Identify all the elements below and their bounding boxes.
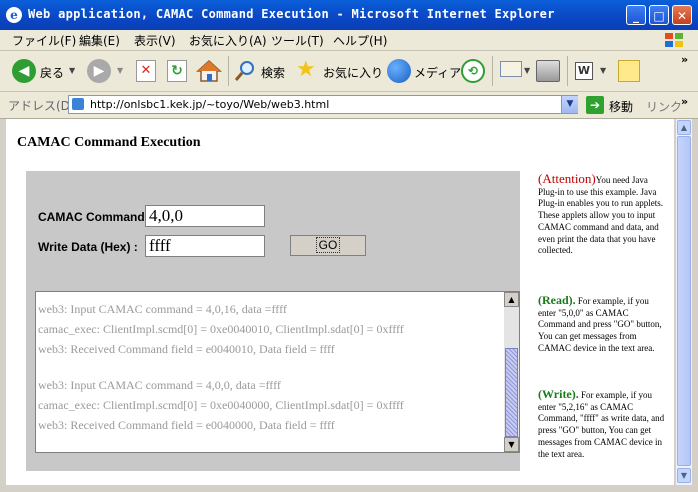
- toolbar-separator: [492, 56, 493, 86]
- favorites-star-icon[interactable]: ★: [296, 57, 316, 82]
- close-button[interactable]: ✕: [672, 5, 692, 25]
- toolbar-separator: [228, 56, 229, 86]
- scroll-up-icon[interactable]: ▲: [504, 292, 519, 307]
- stop-icon[interactable]: ✕: [136, 60, 156, 82]
- attention-note: (Attention)You need Java Plug-in to use …: [538, 171, 666, 257]
- media-button-label[interactable]: メディア: [414, 64, 461, 81]
- search-icon[interactable]: [233, 59, 257, 83]
- write-note: (Write). For example, if you enter "5,2,…: [538, 387, 666, 460]
- page-title: CAMAC Command Execution: [17, 135, 201, 150]
- page-scroll-down-icon[interactable]: ▼: [677, 468, 691, 483]
- forward-arrow-icon[interactable]: ▶: [87, 59, 111, 83]
- output-textarea[interactable]: web3: Input CAMAC command = 4,0,16, data…: [35, 291, 520, 453]
- forward-dropdown-icon[interactable]: ▼: [117, 66, 123, 75]
- output-line: camac_exec: ClientImpl.scmd[0] = 0xe0040…: [38, 322, 404, 336]
- camac-command-input[interactable]: 4,0,0: [145, 205, 265, 227]
- output-scroll-thumb[interactable]: [505, 348, 518, 437]
- print-icon[interactable]: [536, 60, 560, 82]
- refresh-icon[interactable]: ↻: [167, 60, 187, 82]
- go-button-label: GO: [315, 237, 341, 253]
- page-scroll-up-icon[interactable]: ▲: [677, 120, 691, 135]
- output-line: web3: Input CAMAC command = 4,0,16, data…: [38, 302, 287, 316]
- go-arrow-icon[interactable]: ➔: [586, 96, 604, 114]
- toolbar-separator: [567, 56, 568, 86]
- page-icon: [72, 98, 84, 110]
- address-dropdown-icon[interactable]: ▼: [561, 96, 578, 113]
- edit-dropdown-icon[interactable]: ▼: [600, 66, 606, 75]
- windows-logo-icon: [665, 33, 683, 47]
- address-label: アドレス(D): [8, 99, 75, 113]
- menu-help[interactable]: ヘルプ(H): [333, 32, 387, 49]
- address-url[interactable]: http://onlsbc1.kek.jp/~toyo/Web/web3.htm…: [90, 98, 329, 111]
- window-frame-bottom: [0, 485, 698, 492]
- back-dropdown-icon[interactable]: ▼: [69, 66, 75, 75]
- menu-favorites[interactable]: お気に入り(A): [189, 32, 267, 49]
- go-button[interactable]: GO: [290, 235, 366, 256]
- camac-command-label: CAMAC Command:: [38, 210, 149, 224]
- page-scroll-thumb[interactable]: [677, 136, 691, 466]
- read-heading: (Read).: [538, 293, 576, 307]
- history-icon[interactable]: ⟲: [461, 59, 485, 83]
- ie-icon: e: [6, 7, 22, 23]
- go-button-label[interactable]: 移動: [609, 98, 633, 115]
- favorites-button-label[interactable]: お気に入り: [323, 64, 383, 81]
- read-note: (Read). For example, if you enter "5,0,0…: [538, 293, 666, 355]
- menu-edit[interactable]: 編集(E): [79, 32, 120, 49]
- media-globe-icon[interactable]: [387, 59, 411, 83]
- scroll-down-icon[interactable]: ▼: [504, 437, 519, 452]
- write-heading: (Write).: [538, 387, 579, 401]
- mail-icon[interactable]: [500, 61, 522, 77]
- output-line: web3: Input CAMAC command = 4,0,0, data …: [38, 378, 281, 392]
- mail-dropdown-icon[interactable]: ▼: [524, 66, 530, 75]
- links-label[interactable]: リンク: [646, 98, 682, 115]
- write-data-input[interactable]: ffff: [145, 235, 265, 257]
- menu-view[interactable]: 表示(V): [134, 32, 176, 49]
- back-arrow-icon[interactable]: ◀: [12, 59, 36, 83]
- toolbar-more-chevron[interactable]: »: [681, 53, 688, 66]
- window-title: Web application, CAMAC Command Execution…: [28, 7, 555, 21]
- menu-file[interactable]: ファイル(F): [12, 32, 76, 49]
- edit-word-icon[interactable]: W: [575, 62, 593, 80]
- output-line: web3: Received Command field = e0040000,…: [38, 418, 335, 432]
- output-line: web3: Received Command field = e0040010,…: [38, 342, 335, 356]
- output-line: camac_exec: ClientImpl.scmd[0] = 0xe0040…: [38, 398, 404, 412]
- messenger-note-icon[interactable]: [618, 60, 640, 82]
- attention-heading: (Attention): [538, 171, 596, 186]
- attention-text: You need Java Plug-in to use this exampl…: [538, 175, 663, 256]
- links-more-chevron[interactable]: »: [681, 95, 688, 108]
- back-button-label[interactable]: 戻る: [40, 64, 64, 81]
- home-icon[interactable]: [196, 59, 222, 83]
- minimize-button[interactable]: _: [626, 5, 646, 25]
- maximize-button[interactable]: □: [649, 5, 669, 25]
- menu-tools[interactable]: ツール(T): [271, 32, 324, 49]
- write-data-label: Write Data (Hex) :: [38, 240, 138, 254]
- search-button-label[interactable]: 検索: [261, 64, 285, 81]
